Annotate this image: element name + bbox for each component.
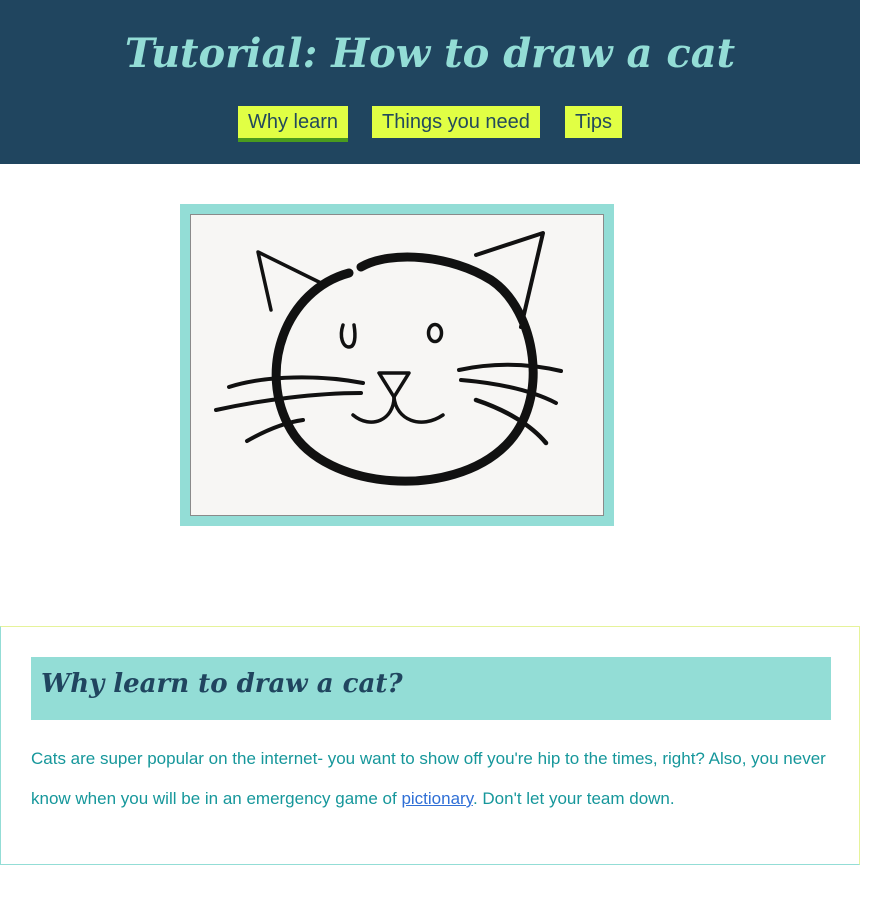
section-heading-bar: Why learn to draw a cat?: [31, 657, 831, 720]
page-header: Tutorial: How to draw a cat Why learn Th…: [0, 0, 860, 164]
page-title: Tutorial: How to draw a cat: [124, 30, 736, 77]
section-paragraph: Cats are super popular on the internet- …: [31, 739, 836, 819]
main-nav: Why learn Things you need Tips: [0, 106, 860, 146]
nav-tips[interactable]: Tips: [565, 106, 622, 138]
cat-image-frame: [180, 204, 614, 526]
nav-things-you-need[interactable]: Things you need: [372, 106, 540, 138]
cat-drawing-icon: [214, 231, 563, 486]
cat-drawing-image: [190, 214, 604, 516]
why-learn-section: Why learn to draw a cat? Cats are super …: [0, 626, 860, 865]
pictionary-link[interactable]: pictionary: [401, 789, 473, 808]
section-heading: Why learn to draw a cat?: [41, 669, 403, 699]
paragraph-text-end: . Don't let your team down.: [472, 789, 675, 808]
nav-why-learn[interactable]: Why learn: [238, 106, 348, 142]
